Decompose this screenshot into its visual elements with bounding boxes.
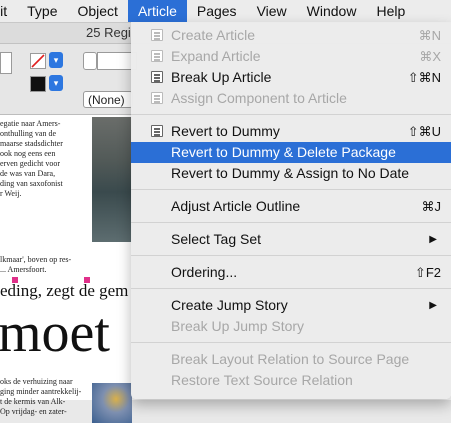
- menu-separator: [131, 288, 451, 289]
- fill-dropdown-button[interactable]: ▾: [49, 52, 63, 68]
- menu-view[interactable]: View: [247, 0, 297, 22]
- menu-separator: [131, 255, 451, 256]
- menu-item-revert-assign-no-date[interactable]: Revert to Dummy & Assign to No Date: [131, 163, 451, 184]
- submenu-arrow-icon: ▶: [429, 300, 437, 311]
- stroke-swatch[interactable]: [30, 76, 46, 92]
- menu-separator: [131, 189, 451, 190]
- submenu-arrow-icon: ▶: [429, 234, 437, 245]
- photo-caption: lkmaar', boven op res- ... Amersfoort.: [0, 255, 72, 274]
- menu-item-break-layout-relation[interactable]: Break Layout Relation to Source Page: [131, 349, 451, 370]
- article-photo-2: [92, 383, 132, 423]
- revert-icon: [151, 125, 163, 137]
- menu-item-revert-delete-package[interactable]: Revert to Dummy & Delete Package: [131, 142, 451, 163]
- menu-item-select-tag-set[interactable]: Select Tag Set ▶: [131, 229, 451, 250]
- menu-object[interactable]: Object: [67, 0, 127, 22]
- none-slash-icon: [31, 54, 45, 68]
- menu-item-restore-text-source[interactable]: Restore Text Source Relation: [131, 370, 451, 391]
- menu-bar: lit Type Object Article Pages View Windo…: [0, 0, 451, 23]
- menu-type[interactable]: Type: [17, 0, 67, 22]
- menu-help[interactable]: Help: [366, 0, 415, 22]
- menu-item-break-up-jump-story[interactable]: Break Up Jump Story: [131, 316, 451, 337]
- article-body-text: oks de verhuizing naar ging minder aantr…: [0, 377, 82, 416]
- article-subheadline: eding, zegt de gem: [0, 281, 129, 300]
- article-photo: [92, 117, 132, 242]
- menu-item-revert-to-dummy[interactable]: Revert to Dummy ⇧⌘U: [131, 121, 451, 142]
- menu-separator: [131, 114, 451, 115]
- document-tab-title[interactable]: 25 Regi: [86, 23, 131, 43]
- menu-window[interactable]: Window: [297, 0, 367, 22]
- menu-separator: [131, 342, 451, 343]
- menu-item-create-article[interactable]: Create Article ⌘N: [131, 25, 451, 46]
- article-text-column: egatie naar Amers- onthulling van de maa…: [0, 119, 63, 198]
- stroke-dropdown-button[interactable]: ▾: [49, 75, 63, 91]
- menu-separator: [131, 222, 451, 223]
- article-icon: [151, 29, 163, 41]
- menu-item-adjust-outline[interactable]: Adjust Article Outline ⌘J: [131, 196, 451, 217]
- menu-item-ordering[interactable]: Ordering... ⇧F2: [131, 262, 451, 283]
- expand-article-icon: [151, 50, 163, 62]
- break-up-article-icon: [151, 71, 163, 83]
- menu-item-create-jump-story[interactable]: Create Jump Story ▶: [131, 295, 451, 316]
- assign-component-icon: [151, 92, 163, 104]
- article-headline: moet: [0, 302, 110, 364]
- article-dropdown-menu: Create Article ⌘N Expand Article ⌘X Brea…: [131, 22, 451, 399]
- menu-article[interactable]: Article: [127, 0, 187, 22]
- fill-swatch-none[interactable]: [30, 53, 46, 69]
- menu-edit[interactable]: lit: [0, 0, 17, 22]
- stroke-weight-stepper[interactable]: [83, 52, 97, 70]
- menu-pages[interactable]: Pages: [187, 0, 247, 22]
- menu-item-break-up-article[interactable]: Break Up Article ⇧⌘N: [131, 67, 451, 88]
- stroke-style-select[interactable]: (None): [83, 91, 133, 108]
- reference-point-icon[interactable]: [0, 52, 12, 74]
- menu-item-assign-component[interactable]: Assign Component to Article: [131, 88, 451, 109]
- menu-item-expand-article[interactable]: Expand Article ⌘X: [131, 46, 451, 67]
